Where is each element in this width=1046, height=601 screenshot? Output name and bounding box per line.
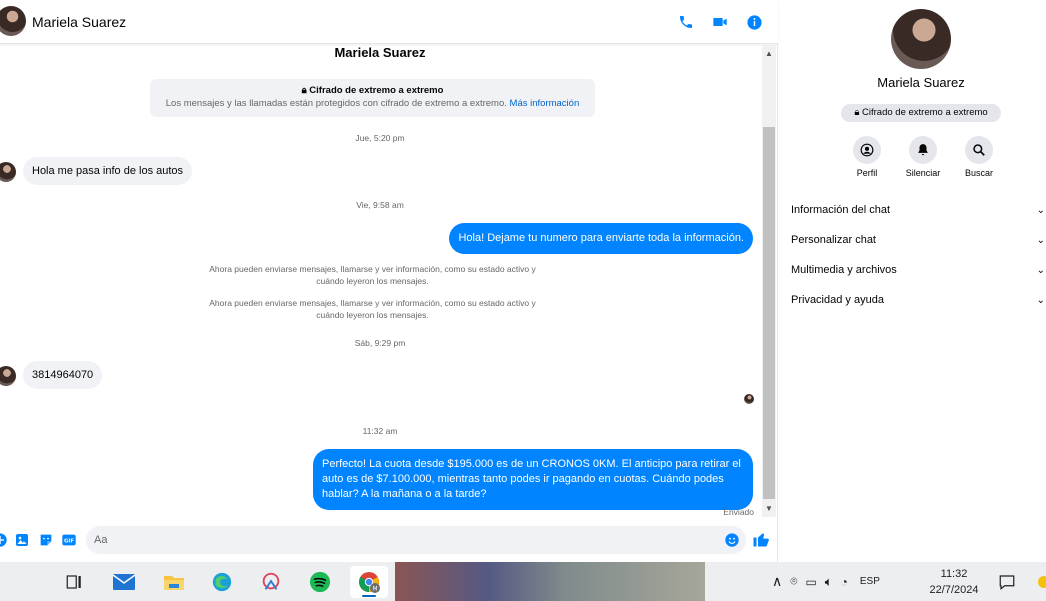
sticker-icon[interactable] bbox=[38, 532, 54, 548]
gif-icon[interactable]: GIF bbox=[61, 532, 77, 548]
profile-button[interactable]: Perfil bbox=[847, 136, 887, 178]
conversation-title: Mariela Suarez bbox=[334, 45, 426, 60]
section-customize-chat[interactable]: Personalizar chat ⌄ bbox=[791, 225, 1046, 255]
profile-icon bbox=[853, 136, 881, 164]
search-label: Buscar bbox=[964, 168, 993, 178]
scroll-down-arrow-icon[interactable]: ▼ bbox=[765, 504, 773, 513]
spotify-icon[interactable] bbox=[301, 566, 339, 598]
contact-name[interactable]: Mariela Suarez bbox=[32, 14, 126, 30]
chevron-down-icon: ⌄ bbox=[1036, 294, 1045, 306]
profile-name: Mariela Suarez bbox=[877, 75, 965, 90]
battery-icon[interactable]: ▭ bbox=[805, 575, 816, 589]
chat-header: Mariela Suarez bbox=[0, 0, 778, 44]
phone-icon[interactable] bbox=[676, 12, 696, 32]
system-message: Ahora pueden enviarse mensajes, llamarse… bbox=[209, 264, 536, 286]
weather-icon[interactable] bbox=[1034, 562, 1046, 601]
profile-avatar[interactable] bbox=[891, 9, 951, 69]
info-icon[interactable] bbox=[744, 12, 764, 32]
volume-icon[interactable]: 🔈︎ bbox=[825, 574, 833, 590]
emoji-icon[interactable] bbox=[724, 532, 740, 548]
chat-pane: Mariela Suarez Mariela Suarez 🔒︎ Cifrado… bbox=[0, 0, 778, 562]
seen-indicator-avatar bbox=[744, 394, 754, 404]
section-label: Privacidad y ayuda bbox=[791, 294, 884, 306]
search-icon bbox=[965, 136, 993, 164]
section-label: Multimedia y archivos bbox=[791, 264, 897, 276]
more-info-link[interactable]: Más información bbox=[510, 98, 580, 109]
clock-time: 11:32 bbox=[940, 568, 968, 580]
photo-icon[interactable] bbox=[14, 532, 30, 548]
contact-avatar[interactable] bbox=[0, 6, 26, 36]
svg-text:GIF: GIF bbox=[64, 538, 74, 544]
info-sections: Información del chat ⌄ Personalizar chat ⌄… bbox=[791, 195, 1046, 315]
clock[interactable]: 11:32 22/7/2024 bbox=[924, 566, 984, 598]
notification-icon[interactable] bbox=[998, 562, 1016, 601]
webcam-icon[interactable]: ⌾ bbox=[790, 574, 797, 589]
encryption-desc: Los mensajes y las llamadas están proteg… bbox=[165, 98, 507, 109]
chevron-down-icon: ⌄ bbox=[1036, 264, 1045, 276]
timestamp: Sáb, 9:29 pm bbox=[354, 338, 406, 348]
mail-icon[interactable] bbox=[105, 566, 143, 598]
thumbs-up-icon[interactable] bbox=[752, 530, 770, 548]
section-privacy-help[interactable]: Privacidad y ayuda ⌄ bbox=[791, 285, 1046, 315]
chevron-down-icon: ⌄ bbox=[1036, 204, 1045, 216]
info-pane: Mariela Suarez 🔒︎ Cifrado de extremo a e… bbox=[779, 0, 1046, 562]
mute-label: Silenciar bbox=[905, 168, 941, 178]
incoming-message[interactable]: Hola me pasa info de los autos bbox=[23, 157, 193, 185]
chrome-icon[interactable]: M bbox=[350, 566, 388, 598]
snipping-tool-icon[interactable] bbox=[252, 566, 290, 598]
outgoing-message[interactable]: Hola! Dejame tu numero para enviarte tod… bbox=[449, 223, 753, 254]
task-view-icon[interactable] bbox=[55, 566, 93, 598]
incoming-message[interactable]: 3814964070 bbox=[23, 361, 103, 389]
section-chat-info[interactable]: Información del chat ⌄ bbox=[791, 195, 1046, 225]
mute-button[interactable]: Silenciar bbox=[903, 136, 943, 178]
section-label: Personalizar chat bbox=[791, 234, 876, 246]
message-input-box[interactable] bbox=[86, 526, 746, 554]
outgoing-message[interactable]: Perfecto! La cuota desde $195.000 es de … bbox=[313, 449, 753, 510]
wifi-icon[interactable]: ◔ bbox=[841, 575, 848, 589]
message-status: Enviado bbox=[723, 507, 754, 517]
scrollbar-thumb[interactable] bbox=[763, 127, 775, 499]
clock-date: 22/7/2024 bbox=[929, 584, 979, 596]
message-input[interactable] bbox=[86, 526, 686, 554]
contact-avatar-small[interactable] bbox=[0, 162, 16, 182]
encryption-title: Cifrado de extremo a extremo bbox=[309, 85, 444, 96]
edge-browser-icon[interactable] bbox=[203, 566, 241, 598]
chat-scrollbar[interactable]: ▲ ▼ bbox=[762, 45, 776, 517]
timestamp: 11:32 am bbox=[362, 426, 398, 436]
encryption-notice: 🔒︎ Cifrado de extremo a extremo Los mens… bbox=[150, 79, 595, 117]
encryption-badge-label: Cifrado de extremo a extremo bbox=[862, 107, 988, 118]
bell-icon bbox=[909, 136, 937, 164]
lock-icon: 🔒︎ bbox=[854, 107, 860, 118]
video-icon[interactable] bbox=[710, 12, 730, 32]
plus-circle-icon[interactable] bbox=[0, 532, 8, 548]
taskbar-wallpaper-strip bbox=[395, 562, 705, 601]
lock-icon: 🔒︎ bbox=[301, 85, 307, 96]
messenger-window: Mariela Suarez Mariela Suarez 🔒︎ Cifrado… bbox=[0, 0, 1046, 562]
scroll-up-arrow-icon[interactable]: ▲ bbox=[765, 49, 773, 58]
message-list[interactable]: Mariela Suarez 🔒︎ Cifrado de extremo a e… bbox=[0, 45, 760, 518]
timestamp: Vie, 9:58 am bbox=[356, 200, 404, 210]
chevron-down-icon: ⌄ bbox=[1036, 234, 1045, 246]
system-message: Ahora pueden enviarse mensajes, llamarse… bbox=[209, 298, 536, 320]
profile-label: Perfil bbox=[856, 168, 878, 178]
encryption-badge[interactable]: 🔒︎ Cifrado de extremo a extremo bbox=[841, 104, 1001, 122]
search-button[interactable]: Buscar bbox=[959, 136, 999, 178]
composer: GIF bbox=[0, 522, 778, 558]
section-label: Información del chat bbox=[791, 204, 891, 216]
taskbar: M ∧ ⌾ ▭ 🔈︎ ◔ ESP 11:32 22/7/2024 bbox=[0, 562, 1046, 601]
language-indicator[interactable]: ESP bbox=[860, 576, 880, 587]
svg-text:M: M bbox=[372, 586, 377, 593]
timestamp: Jue, 5:20 pm bbox=[355, 133, 405, 143]
section-media-files[interactable]: Multimedia y archivos ⌄ bbox=[791, 255, 1046, 285]
chevron-up-icon[interactable]: ∧ bbox=[772, 573, 782, 590]
file-explorer-icon[interactable] bbox=[155, 566, 193, 598]
contact-avatar-small[interactable] bbox=[0, 366, 16, 386]
